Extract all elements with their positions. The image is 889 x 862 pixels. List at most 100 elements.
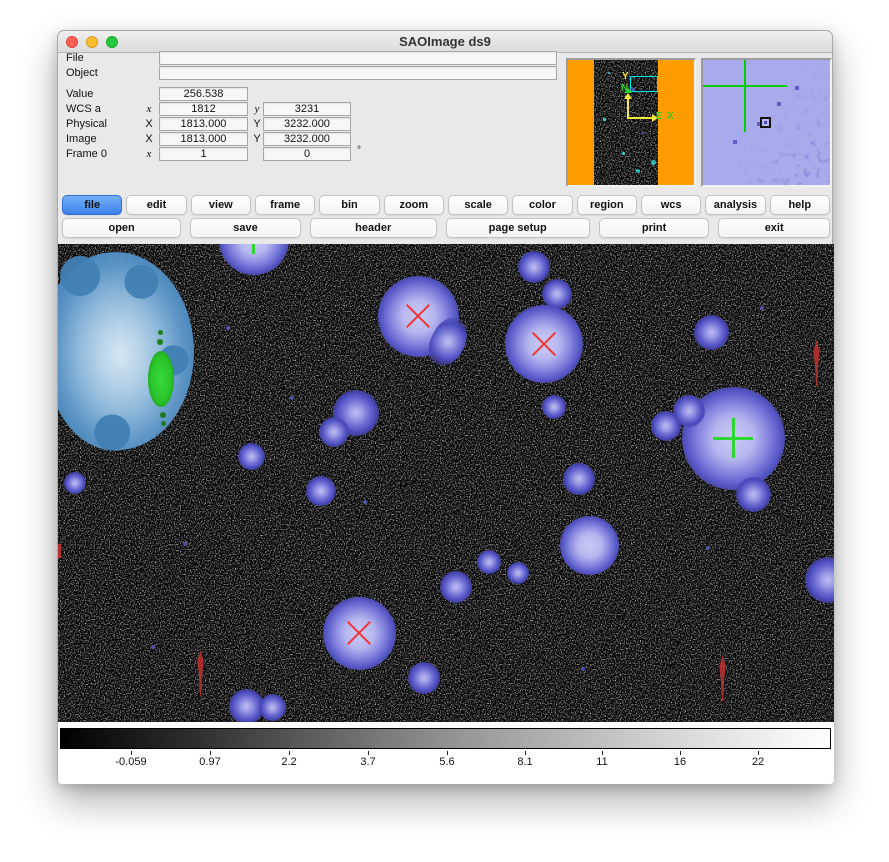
file-exit-button[interactable]: exit (718, 218, 830, 238)
panner-view-reticle[interactable] (630, 76, 658, 92)
colorbar-tick (447, 751, 448, 755)
menu-region[interactable]: region (577, 195, 637, 215)
colorbar-tick (525, 751, 526, 755)
file-open-button[interactable]: open (62, 218, 181, 238)
star-blob (563, 463, 595, 495)
menu-color[interactable]: color (512, 195, 572, 215)
menu-scale[interactable]: scale (448, 195, 508, 215)
faint-star (760, 306, 764, 310)
panner-star-dot (603, 118, 606, 121)
magnifier-cursor-pixel (760, 117, 771, 128)
faint-star (290, 396, 294, 400)
faint-star (183, 542, 187, 546)
menu-frame[interactable]: frame (255, 195, 315, 215)
frame-zoom-field[interactable]: 1 (159, 147, 248, 161)
compass-x-label: X (667, 112, 674, 122)
region-marker-cross[interactable] (713, 418, 753, 458)
file-field[interactable] (159, 51, 557, 65)
region-marker-clipped[interactable] (58, 544, 61, 558)
minimize-button[interactable] (86, 36, 98, 48)
colorbar-tick (131, 751, 132, 755)
wcs-x-label: x (142, 102, 156, 116)
colorbar-tick-label: 0.97 (199, 756, 220, 768)
physical-x-label: X (142, 117, 156, 131)
menu-zoom[interactable]: zoom (384, 195, 444, 215)
value-label: Value (66, 87, 93, 101)
wcs-y-field[interactable]: 3231 (263, 102, 351, 116)
physical-x-field[interactable]: 1813.000 (159, 117, 248, 131)
colorbar-tick-label: 11 (596, 756, 607, 768)
menu-edit[interactable]: edit (126, 195, 186, 215)
desktop: SAOImage ds9 File Object Value 256.538 W… (0, 0, 889, 862)
region-marker-x[interactable] (528, 328, 560, 360)
panner-star-dot (622, 152, 625, 155)
menu-analysis[interactable]: analysis (705, 195, 765, 215)
magnifier-crosshair-horizontal (703, 85, 787, 87)
wcs-x-field[interactable]: 1812 (159, 102, 248, 116)
image-canvas[interactable] (58, 244, 834, 722)
compass-horizontal-axis (627, 117, 653, 119)
file-page-setup-button[interactable]: page setup (446, 218, 590, 238)
galaxy-core-dot (160, 412, 166, 418)
star-blob (518, 251, 550, 283)
file-save-button[interactable]: save (190, 218, 301, 238)
frame-rotate-field[interactable]: 0 (263, 147, 351, 161)
star-blob (408, 662, 440, 694)
compass-east-label: E (656, 112, 663, 122)
ds9-window: SAOImage ds9 File Object Value 256.538 W… (57, 30, 833, 783)
menu-bin[interactable]: bin (319, 195, 379, 215)
frame-x-label: x (142, 147, 156, 161)
file-header-button[interactable]: header (310, 218, 437, 238)
physical-y-label: Y (250, 117, 264, 131)
menu-file[interactable]: file (62, 195, 122, 215)
panner-star-dot (636, 169, 640, 173)
colorbar-tick (680, 751, 681, 755)
image-y-field[interactable]: 3232.000 (263, 132, 351, 146)
close-button[interactable] (66, 36, 78, 48)
colorbar-tick (368, 751, 369, 755)
colorbar-gradient[interactable] (60, 728, 831, 749)
file-menu-bar: open save header page setup print exit (58, 217, 834, 239)
magnifier[interactable] (701, 58, 832, 187)
menu-help[interactable]: help (770, 195, 830, 215)
file-print-button[interactable]: print (599, 218, 710, 238)
menu-bar: file edit view frame bin zoom scale colo… (58, 194, 834, 216)
faint-star (581, 667, 585, 671)
image-x-field[interactable]: 1813.000 (159, 132, 248, 146)
physical-y-field[interactable]: 3232.000 (263, 117, 351, 131)
panner-star-dot (642, 132, 644, 134)
panner[interactable]: Y N E X (566, 58, 696, 187)
wcs-label: WCS a (66, 102, 101, 116)
star-blob (477, 550, 501, 574)
compass-vertical-axis (627, 98, 629, 119)
colorbar-tick-label: 16 (674, 756, 686, 768)
magnifier-pixel (733, 140, 737, 144)
colorbar-tick (602, 751, 603, 755)
object-label: Object (66, 66, 98, 80)
maximize-button[interactable] (106, 36, 118, 48)
info-row-image: Image X 1813.000 Y 3232.000 (58, 132, 623, 146)
region-marker-cross-clipped[interactable] (252, 244, 255, 254)
menu-view[interactable]: view (191, 195, 251, 215)
compass-y-label: Y (622, 72, 629, 82)
colorbar-tick (289, 751, 290, 755)
object-field[interactable] (159, 66, 557, 80)
colorbar-tick-label: 2.2 (281, 756, 296, 768)
star-blob (238, 443, 265, 470)
magnifier-pixel (777, 102, 781, 106)
star-blob (560, 516, 619, 575)
star-blob (673, 395, 705, 427)
value-field[interactable]: 256.538 (159, 87, 248, 101)
faint-star (363, 500, 367, 504)
faint-star (226, 326, 230, 330)
file-label: File (66, 51, 84, 65)
colorbar-tick-label: 3.7 (360, 756, 375, 768)
menu-wcs[interactable]: wcs (641, 195, 701, 215)
region-marker-x[interactable] (343, 617, 375, 649)
colorbar-tick (758, 751, 759, 755)
star-blob (736, 477, 771, 512)
frame-label: Frame 0 (66, 147, 107, 161)
region-marker-x[interactable] (402, 300, 434, 332)
galaxy-core-dot (158, 330, 163, 335)
info-row-wcs: WCS a x 1812 y 3231 (58, 102, 623, 116)
